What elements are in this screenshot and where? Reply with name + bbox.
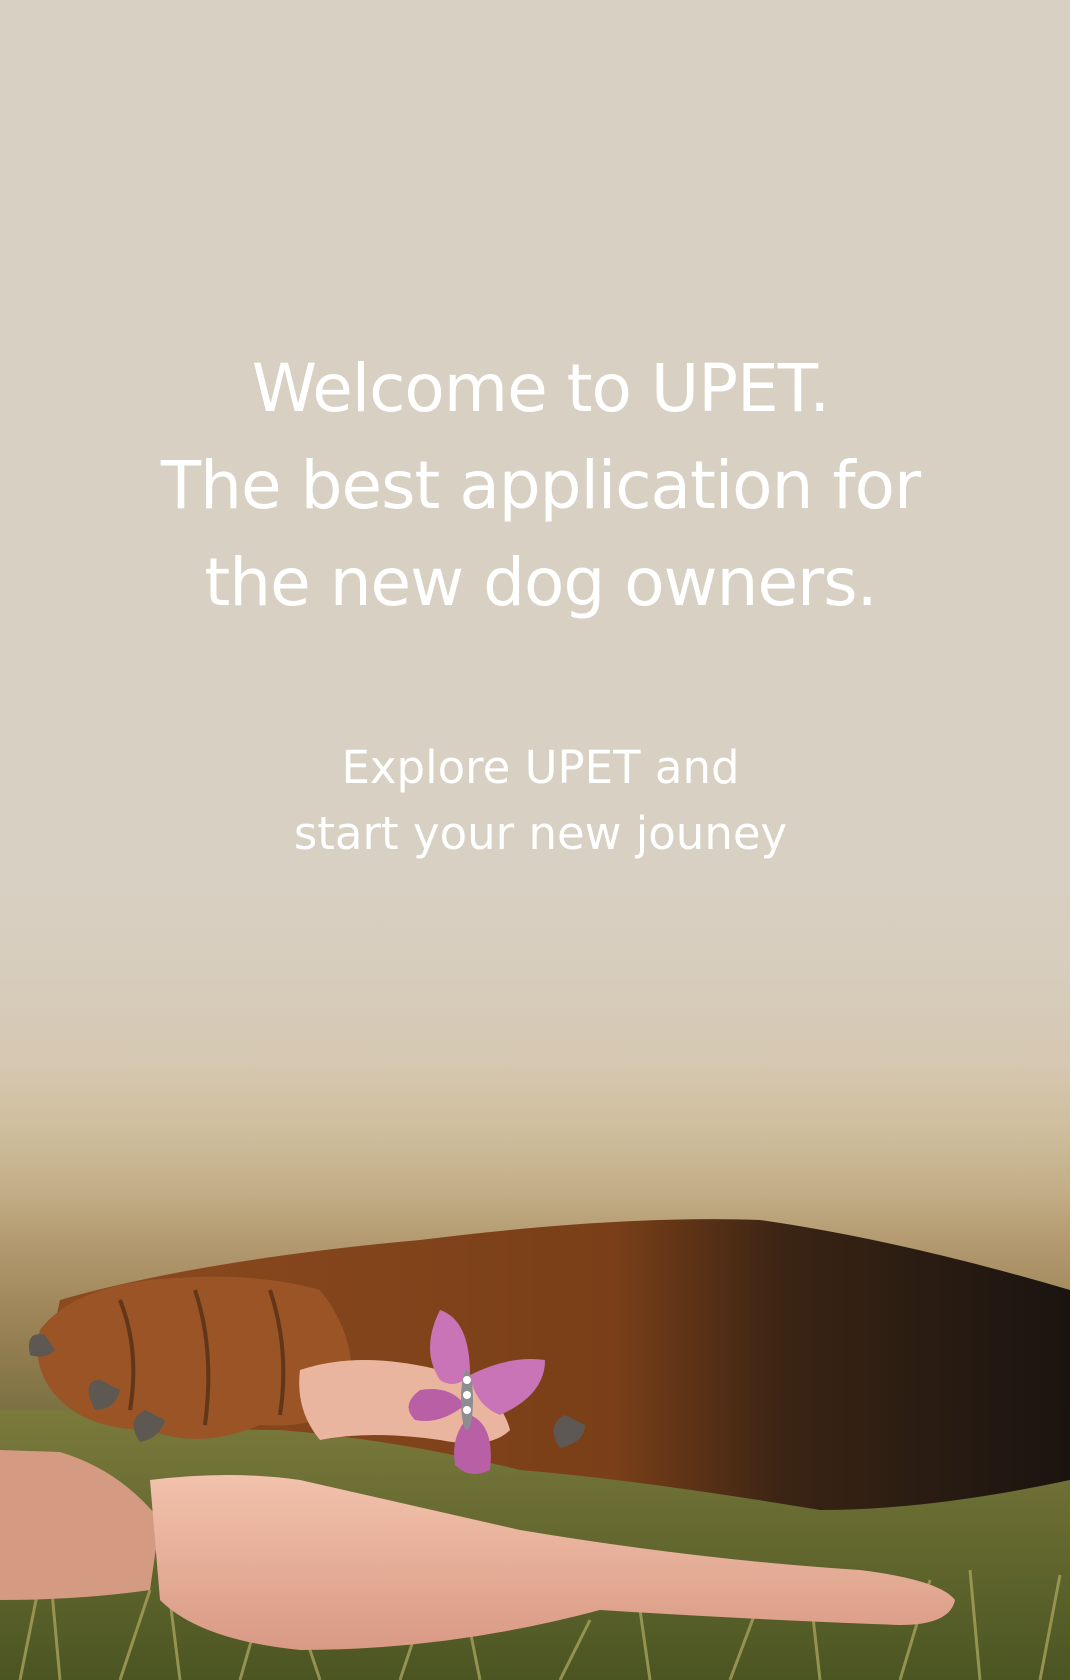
welcome-headline: Welcome to UPET. The best application fo…	[0, 340, 1081, 631]
dog-paw	[37, 1276, 352, 1439]
headline-line-3: the new dog owners.	[204, 544, 877, 621]
right-edge-strip	[1070, 0, 1081, 1680]
dog-paw-hand-photo	[0, 1219, 1070, 1680]
welcome-screen: Welcome to UPET. The best application fo…	[0, 0, 1081, 1680]
subtitle-line-1: Explore UPET and	[341, 741, 740, 794]
welcome-subtitle: Explore UPET and start your new jouney	[0, 735, 1081, 867]
headline-line-2: The best application for	[160, 447, 921, 524]
subtitle-line-2: start your new jouney	[293, 807, 788, 860]
headline-line-1: Welcome to UPET.	[251, 350, 830, 427]
